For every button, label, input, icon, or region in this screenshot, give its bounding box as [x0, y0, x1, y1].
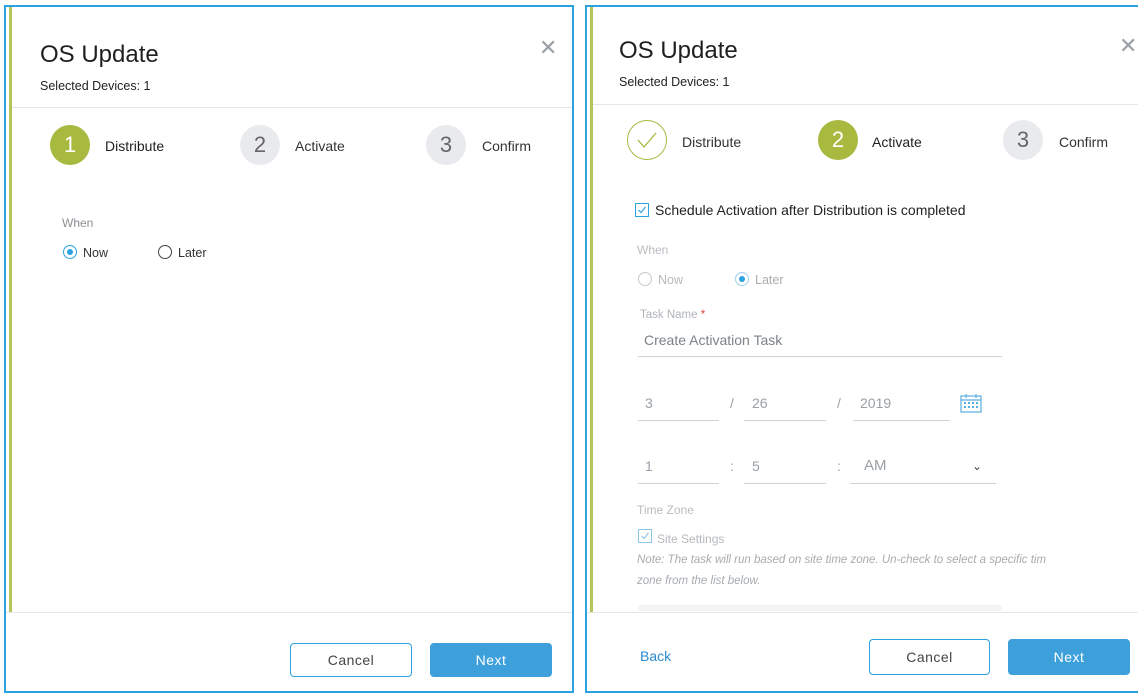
os-update-dialog-activate: OS Update Selected Devices: 1 ✕ Distribu… [585, 5, 1138, 693]
radio-now-label[interactable]: Now [658, 273, 683, 287]
accent-border [9, 7, 12, 691]
step-1-label: Distribute [105, 138, 165, 154]
step-2-label: Activate [872, 134, 922, 150]
site-settings-checkbox[interactable] [638, 529, 652, 543]
when-label: When [637, 243, 669, 257]
site-settings-label[interactable]: Site Settings [657, 532, 724, 546]
next-button[interactable]: Next [430, 643, 552, 677]
header-divider [12, 107, 572, 108]
chevron-down-icon[interactable]: ⌄ [972, 459, 982, 473]
os-update-dialog-distribute: OS Update Selected Devices: 1 ✕ 1 Distri… [4, 5, 574, 693]
dialog-title: OS Update [40, 41, 159, 68]
close-icon[interactable]: ✕ [1119, 33, 1137, 59]
accent-border [590, 7, 593, 691]
dialog-subtitle: Selected Devices: 1 [619, 75, 730, 89]
when-label: When [62, 216, 94, 230]
date-day-underline [744, 420, 826, 421]
task-name-input[interactable]: Create Activation Task [644, 332, 782, 348]
step-1-indicator: 1 [50, 125, 90, 165]
step-3-label: Confirm [1059, 134, 1109, 150]
time-minute-input[interactable]: 5 [752, 458, 760, 474]
step-2-indicator: 2 [818, 120, 858, 160]
date-year-underline [853, 420, 950, 421]
date-separator: / [730, 395, 734, 411]
time-zone-label: Time Zone [637, 503, 694, 517]
radio-later[interactable] [735, 272, 749, 286]
check-icon [637, 132, 657, 148]
ampm-underline [850, 483, 996, 484]
schedule-activation-checkbox[interactable] [635, 203, 649, 217]
ampm-select[interactable]: AM [864, 457, 887, 474]
radio-later-label[interactable]: Later [755, 273, 784, 287]
time-hour-underline [638, 483, 719, 484]
close-icon[interactable]: ✕ [539, 35, 557, 61]
step-2-label: Activate [295, 138, 345, 154]
date-month-input[interactable]: 3 [645, 395, 653, 411]
task-name-label: Task Name * [640, 309, 706, 321]
time-separator: : [730, 458, 734, 474]
step-2-indicator: 2 [240, 125, 280, 165]
back-link[interactable]: Back [640, 648, 671, 664]
time-zone-note: Note: The task will run based on site ti… [637, 554, 1047, 587]
check-icon [641, 532, 649, 540]
schedule-activation-label[interactable]: Schedule Activation after Distribution i… [655, 202, 966, 218]
step-3-indicator: 3 [426, 125, 466, 165]
radio-now[interactable] [638, 272, 652, 286]
radio-later-label[interactable]: Later [178, 246, 207, 260]
time-separator: : [837, 458, 841, 474]
time-hour-input[interactable]: 1 [645, 458, 653, 474]
step-1-complete-icon [627, 120, 667, 160]
cancel-button[interactable]: Cancel [869, 639, 990, 675]
radio-now-label[interactable]: Now [83, 246, 108, 260]
check-icon [638, 206, 646, 214]
dialog-subtitle: Selected Devices: 1 [40, 79, 151, 93]
step-1-label: Distribute [682, 134, 742, 150]
calendar-icon[interactable] [960, 393, 982, 418]
date-day-input[interactable]: 26 [752, 395, 768, 411]
radio-later[interactable] [158, 245, 172, 259]
dialog-title: OS Update [619, 37, 738, 64]
cancel-button[interactable]: Cancel [290, 643, 412, 677]
date-separator: / [837, 395, 841, 411]
date-year-input[interactable]: 2019 [860, 395, 891, 411]
time-zone-select-partial[interactable] [638, 605, 1002, 611]
next-button[interactable]: Next [1008, 639, 1130, 675]
time-minute-underline [744, 483, 826, 484]
step-3-label: Confirm [482, 138, 532, 154]
radio-now[interactable] [63, 245, 77, 259]
date-month-underline [638, 420, 719, 421]
step-3-indicator: 3 [1003, 120, 1043, 160]
task-name-underline [638, 356, 1002, 357]
header-divider [593, 104, 1138, 105]
